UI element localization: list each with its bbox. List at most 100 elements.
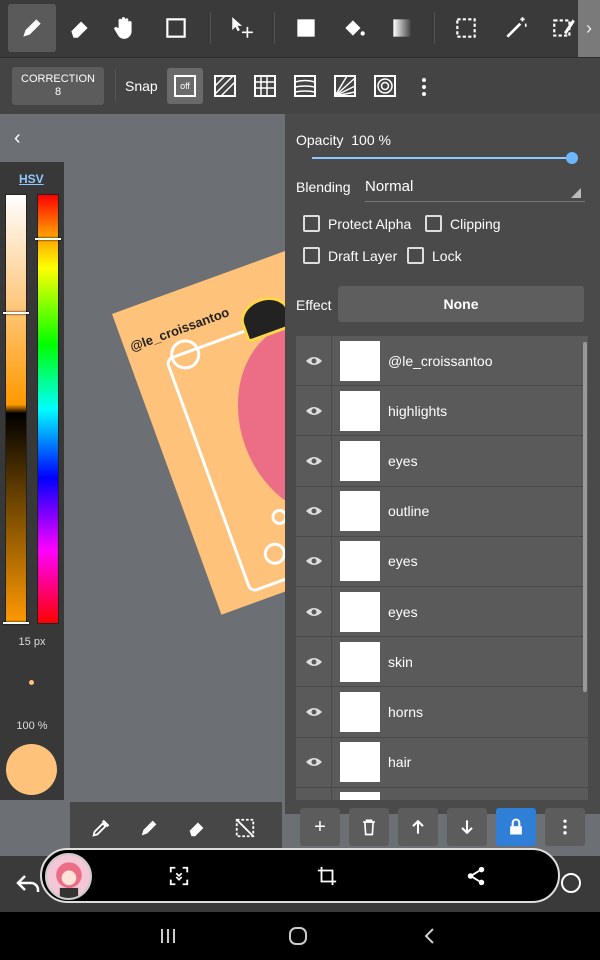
fill-color-button[interactable] — [282, 4, 330, 52]
avatar[interactable] — [45, 853, 92, 900]
protect-alpha-label: Protect Alpha — [328, 215, 412, 232]
home-icon — [289, 927, 307, 945]
layer-row[interactable]: outline — [296, 486, 588, 537]
correction-value: 8 — [54, 86, 62, 98]
collapse-panel-button[interactable]: ‹ — [14, 128, 34, 148]
layer-row[interactable] — [296, 787, 588, 800]
eye-icon — [305, 657, 322, 666]
avatar-thumbnail-icon — [47, 855, 90, 898]
current-color-swatch[interactable] — [6, 744, 57, 795]
saturation-value-slider[interactable] — [5, 194, 27, 624]
layer-opacity-label: Opacity 100 % — [296, 132, 391, 148]
layer-row[interactable]: eyes — [296, 435, 588, 487]
clipping-checkbox[interactable]: Clipping — [425, 215, 501, 232]
correction-button[interactable]: CORRECTION 8 — [12, 67, 104, 105]
snap-horizontal-button[interactable] — [287, 68, 323, 104]
bucket-tool-button[interactable] — [330, 4, 378, 52]
quick-pen-button[interactable] — [136, 815, 162, 841]
sv-marker[interactable] — [3, 312, 29, 314]
snap-radial-button[interactable] — [327, 68, 363, 104]
eye-icon — [305, 456, 322, 465]
eraser-tool-button[interactable] — [56, 4, 104, 52]
layer-visibility-toggle[interactable] — [296, 737, 332, 788]
snap-more-button[interactable] — [414, 72, 434, 102]
effect-button[interactable]: None — [338, 286, 584, 322]
deselect-button[interactable] — [232, 815, 258, 841]
snap-horizontal-icon — [294, 75, 316, 97]
layer-row[interactable]: @le_croissantoo — [296, 336, 588, 387]
canvas-area[interactable]: ‹ @le_croissantoo HSV 15 px 100 % Opacit… — [0, 114, 600, 856]
eyedropper-button[interactable] — [88, 815, 114, 841]
pen-tool-button[interactable] — [8, 4, 56, 52]
system-nav-bar — [0, 912, 600, 960]
hue-marker[interactable] — [35, 238, 61, 240]
hue-slider[interactable] — [37, 194, 59, 624]
sv-marker[interactable] — [3, 622, 29, 624]
brush-size-label[interactable]: 15 px — [0, 636, 64, 648]
scroll-capture-icon — [169, 866, 189, 886]
undo-icon[interactable] — [16, 874, 40, 894]
blending-select[interactable]: Normal — [365, 172, 585, 202]
layer-opacity-thumb[interactable] — [566, 152, 578, 164]
delete-layer-button[interactable] — [349, 808, 389, 846]
home-button[interactable] — [286, 926, 310, 946]
layer-row[interactable]: eyes — [296, 586, 588, 638]
layer-visibility-toggle[interactable] — [296, 336, 332, 386]
lock-layer-button[interactable] — [496, 808, 536, 846]
layer-name: horns — [388, 703, 424, 720]
screenshot-capture-button[interactable] — [167, 864, 191, 888]
snap-circle-icon — [374, 75, 396, 97]
select-tool-button[interactable] — [442, 4, 490, 52]
share-button[interactable] — [464, 864, 488, 888]
layer-name: eyes — [388, 553, 418, 570]
layer-row[interactable]: hair — [296, 737, 588, 788]
layer-row[interactable]: eyes — [296, 536, 588, 587]
layer-visibility-toggle[interactable] — [296, 787, 332, 800]
grid-menu-icon[interactable] — [561, 873, 581, 893]
arrow-up-icon — [412, 819, 424, 834]
layer-visibility-toggle[interactable] — [296, 536, 332, 587]
layer-visibility-toggle[interactable] — [296, 435, 332, 486]
checkbox-icon — [303, 247, 320, 264]
layer-list-scrollbar[interactable] — [583, 342, 587, 692]
brush-opacity-label[interactable]: 100 % — [0, 720, 64, 732]
gradient-tool-button[interactable] — [378, 4, 426, 52]
snap-grid-button[interactable] — [247, 68, 283, 104]
layer-visibility-toggle[interactable] — [296, 686, 332, 737]
effect-label: Effect — [296, 297, 332, 313]
eraser-icon — [71, 21, 88, 38]
draft-layer-checkbox[interactable]: Draft Layer — [303, 247, 397, 264]
layer-list[interactable]: @le_croissantoo highlights eyes outline eyes… — [296, 336, 588, 800]
hand-tool-button[interactable] — [100, 4, 148, 52]
snap-off-button[interactable]: off — [167, 68, 203, 104]
snap-circle-button[interactable] — [367, 68, 403, 104]
back-button[interactable] — [418, 926, 442, 946]
crop-button[interactable] — [315, 864, 339, 888]
layer-row[interactable]: skin — [296, 636, 588, 688]
snap-parallel-button[interactable] — [207, 68, 243, 104]
layer-row[interactable]: horns — [296, 686, 588, 738]
layer-row[interactable]: highlights — [296, 385, 588, 437]
layer-visibility-toggle[interactable] — [296, 636, 332, 687]
move-layer-down-button[interactable] — [447, 808, 487, 846]
quick-eraser-button[interactable] — [184, 815, 210, 841]
shape-tool-button[interactable] — [152, 4, 200, 52]
layer-opacity-slider[interactable] — [312, 157, 570, 159]
more-vertical-icon — [563, 819, 567, 835]
move-tool-button[interactable] — [218, 4, 266, 52]
lock-checkbox[interactable]: Lock — [407, 247, 462, 264]
protect-alpha-checkbox[interactable]: Protect Alpha — [303, 215, 411, 232]
main-toolbar: › — [0, 0, 600, 57]
layer-visibility-toggle[interactable] — [296, 486, 332, 537]
brush-size-preview — [29, 680, 34, 685]
toolbar-expand-button[interactable]: › — [578, 0, 600, 57]
layer-more-button[interactable] — [545, 808, 585, 846]
layer-visibility-toggle[interactable] — [296, 586, 332, 637]
layer-name: highlights — [388, 402, 448, 419]
color-mode-link[interactable]: HSV — [19, 172, 44, 186]
add-layer-button[interactable]: + — [300, 808, 340, 846]
magic-wand-button[interactable] — [492, 4, 540, 52]
recent-apps-button[interactable] — [156, 926, 180, 946]
layer-visibility-toggle[interactable] — [296, 385, 332, 436]
move-layer-up-button[interactable] — [398, 808, 438, 846]
